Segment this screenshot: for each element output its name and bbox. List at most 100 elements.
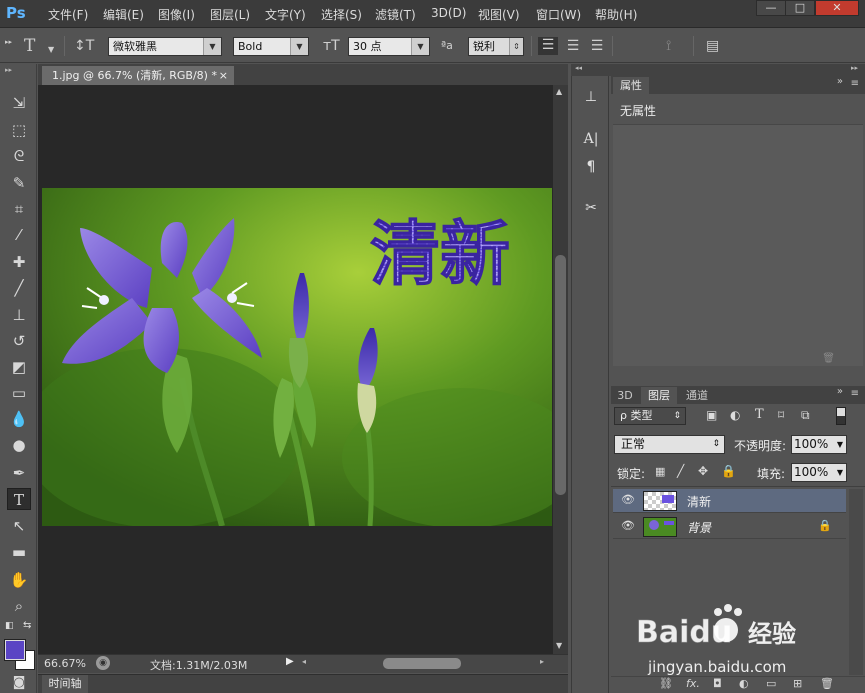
layer-row-text[interactable]: 👁 清新 xyxy=(613,489,846,513)
chevron-down-icon[interactable]: ▼ xyxy=(837,464,843,481)
status-menu-icon[interactable]: ▶ xyxy=(286,656,294,667)
layer-name[interactable]: 背景 xyxy=(687,519,711,536)
quick-mask-icon[interactable]: ◙ xyxy=(7,672,31,693)
lock-transparent-icon[interactable]: ▦ xyxy=(655,465,665,478)
visibility-eye-icon[interactable]: 👁 xyxy=(621,520,635,532)
scroll-up-icon[interactable]: ▲ xyxy=(556,87,562,96)
history-brush-icon[interactable]: ↺ xyxy=(7,330,31,352)
tab-3d[interactable]: 3D xyxy=(613,387,637,404)
type-tool-icon[interactable]: T xyxy=(24,38,35,55)
close-button[interactable]: ✕ xyxy=(815,0,859,16)
eyedropper-tool-icon[interactable]: ⁄ xyxy=(7,224,31,246)
foreground-color-swatch[interactable] xyxy=(4,639,26,661)
properties-tab[interactable]: 属性 xyxy=(613,77,649,94)
hand-tool-icon[interactable]: ✋ xyxy=(7,569,31,591)
timeline-tab[interactable]: 时间轴 xyxy=(42,675,88,693)
scroll-right-icon[interactable]: ▸ xyxy=(540,657,544,666)
layer-filter-select[interactable]: ρ 类型 ⇕ xyxy=(614,407,686,425)
menu-window[interactable]: 窗口(W) xyxy=(536,6,581,23)
align-center-icon[interactable]: ☰ xyxy=(564,38,582,54)
horizontal-scroll-thumb[interactable] xyxy=(383,658,461,669)
restore-button[interactable]: □ xyxy=(785,0,815,16)
pen-tool-icon[interactable]: ✒ xyxy=(7,462,31,484)
layer-row-background[interactable]: 👁 背景 🔒 xyxy=(613,515,846,539)
character-panel-icon[interactable]: A| xyxy=(580,128,602,150)
panel-close-icon[interactable]: » xyxy=(837,76,843,87)
filter-adjustment-icon[interactable]: ◐ xyxy=(730,408,740,422)
layers-scrollbar[interactable] xyxy=(849,489,863,675)
align-right-icon[interactable]: ☰ xyxy=(588,38,606,54)
menu-3d[interactable]: 3D(D) xyxy=(431,6,466,20)
font-size-select[interactable]: 30 点 ▼ xyxy=(348,37,430,56)
fill-input[interactable]: 100% ▼ xyxy=(791,463,847,482)
path-select-icon[interactable]: ↖ xyxy=(7,515,31,537)
toggle-orientation-icon[interactable]: ↕T xyxy=(74,38,94,54)
trash-icon[interactable]: 🗑 xyxy=(822,353,835,364)
vertical-scroll-thumb[interactable] xyxy=(555,255,566,495)
default-colors-icon[interactable]: ◧ xyxy=(5,621,14,631)
panel-menu-icon[interactable]: ≡ xyxy=(851,78,859,89)
document-image[interactable]: 清新 xyxy=(42,188,552,526)
move-tool-icon[interactable]: ⇲ xyxy=(7,92,31,114)
expand-icon[interactable]: ▸▸ xyxy=(851,64,858,72)
font-style-select[interactable]: Bold ▼ xyxy=(233,37,309,56)
scroll-left-icon[interactable]: ◂ xyxy=(302,657,306,666)
menu-file[interactable]: 文件(F) xyxy=(48,6,88,23)
lock-all-icon[interactable]: 🔒 xyxy=(721,464,736,478)
filter-shape-icon[interactable]: ⌑ xyxy=(778,408,784,422)
rectangle-tool-icon[interactable]: ▬ xyxy=(7,541,31,563)
filter-toggle[interactable] xyxy=(836,407,846,425)
paragraph-panel-icon[interactable]: ¶ xyxy=(580,156,602,178)
collapse-icon[interactable]: ▸▸ xyxy=(5,66,12,74)
lasso-tool-icon[interactable]: ᘓ xyxy=(7,145,31,167)
tab-layers[interactable]: 图层 xyxy=(641,387,677,404)
minimize-button[interactable]: — xyxy=(756,0,786,16)
crop-tool-icon[interactable]: ⌗ xyxy=(7,198,31,220)
dodge-tool-icon[interactable]: ● xyxy=(7,434,31,456)
zoom-tool-icon[interactable]: ⌕ xyxy=(7,595,31,617)
eraser-tool-icon[interactable]: ◩ xyxy=(7,356,31,378)
clone-stamp-icon[interactable]: ⊥ xyxy=(7,304,31,326)
filter-type-icon[interactable]: T xyxy=(755,407,764,422)
character-panel-icon[interactable]: ▤ xyxy=(706,38,719,54)
swap-colors-icon[interactable]: ⇆ xyxy=(23,620,31,631)
menu-image[interactable]: 图像(I) xyxy=(158,6,195,23)
menu-select[interactable]: 选择(S) xyxy=(321,6,362,23)
menu-help[interactable]: 帮助(H) xyxy=(595,6,637,23)
healing-brush-icon[interactable]: ✚ xyxy=(7,251,31,273)
antialias-select[interactable]: 锐利 ⇕ xyxy=(468,37,524,56)
quick-select-tool-icon[interactable]: ✎ xyxy=(7,172,31,194)
menu-layer[interactable]: 图层(L) xyxy=(210,6,250,23)
lock-brush-icon[interactable]: ╱ xyxy=(677,464,684,478)
layer-name[interactable]: 清新 xyxy=(687,493,711,510)
gradient-tool-icon[interactable]: ▭ xyxy=(7,382,31,404)
filter-smart-object-icon[interactable]: ⧉ xyxy=(801,408,810,423)
tool-presets-icon[interactable]: ✂ xyxy=(580,197,602,219)
tab-channels[interactable]: 通道 xyxy=(680,387,714,404)
lock-position-icon[interactable]: ✥ xyxy=(698,464,708,478)
menu-type[interactable]: 文字(Y) xyxy=(265,6,306,23)
type-tool-icon[interactable]: T xyxy=(7,488,31,510)
tool-preset-dropdown-icon[interactable]: ▼ xyxy=(48,42,54,58)
panel-menu-icon[interactable]: ≡ xyxy=(851,388,859,399)
document-tab[interactable]: 1.jpg @ 66.7% (清新, RGB/8) * × xyxy=(42,66,234,85)
font-family-select[interactable]: 微软雅黑 ▼ xyxy=(108,37,222,56)
scroll-down-icon[interactable]: ▼ xyxy=(556,641,562,650)
blur-tool-icon[interactable]: 💧 xyxy=(7,408,31,430)
tab-close-icon[interactable]: × xyxy=(219,66,228,85)
doc-info-icon[interactable]: ◉ xyxy=(96,656,110,670)
marquee-tool-icon[interactable]: ⬚ xyxy=(7,119,31,141)
visibility-eye-icon[interactable]: 👁 xyxy=(621,494,635,506)
opacity-input[interactable]: 100% ▼ xyxy=(791,435,847,454)
blend-mode-select[interactable]: 正常 ⇕ xyxy=(614,435,725,454)
zoom-level[interactable]: 66.67% xyxy=(44,657,86,670)
align-left-icon[interactable]: ☰ xyxy=(538,37,558,55)
chevron-down-icon[interactable]: ▼ xyxy=(837,436,843,453)
menu-view[interactable]: 视图(V) xyxy=(478,6,520,23)
warp-text-icon[interactable]: ⟟ xyxy=(666,38,671,54)
filter-pixel-icon[interactable]: ▣ xyxy=(706,408,717,422)
menu-edit[interactable]: 编辑(E) xyxy=(103,6,144,23)
collapse-icon[interactable]: ◂◂ xyxy=(575,64,582,72)
history-panel-icon[interactable]: ⊥ xyxy=(580,86,602,108)
brush-tool-icon[interactable]: ╱ xyxy=(7,277,31,299)
